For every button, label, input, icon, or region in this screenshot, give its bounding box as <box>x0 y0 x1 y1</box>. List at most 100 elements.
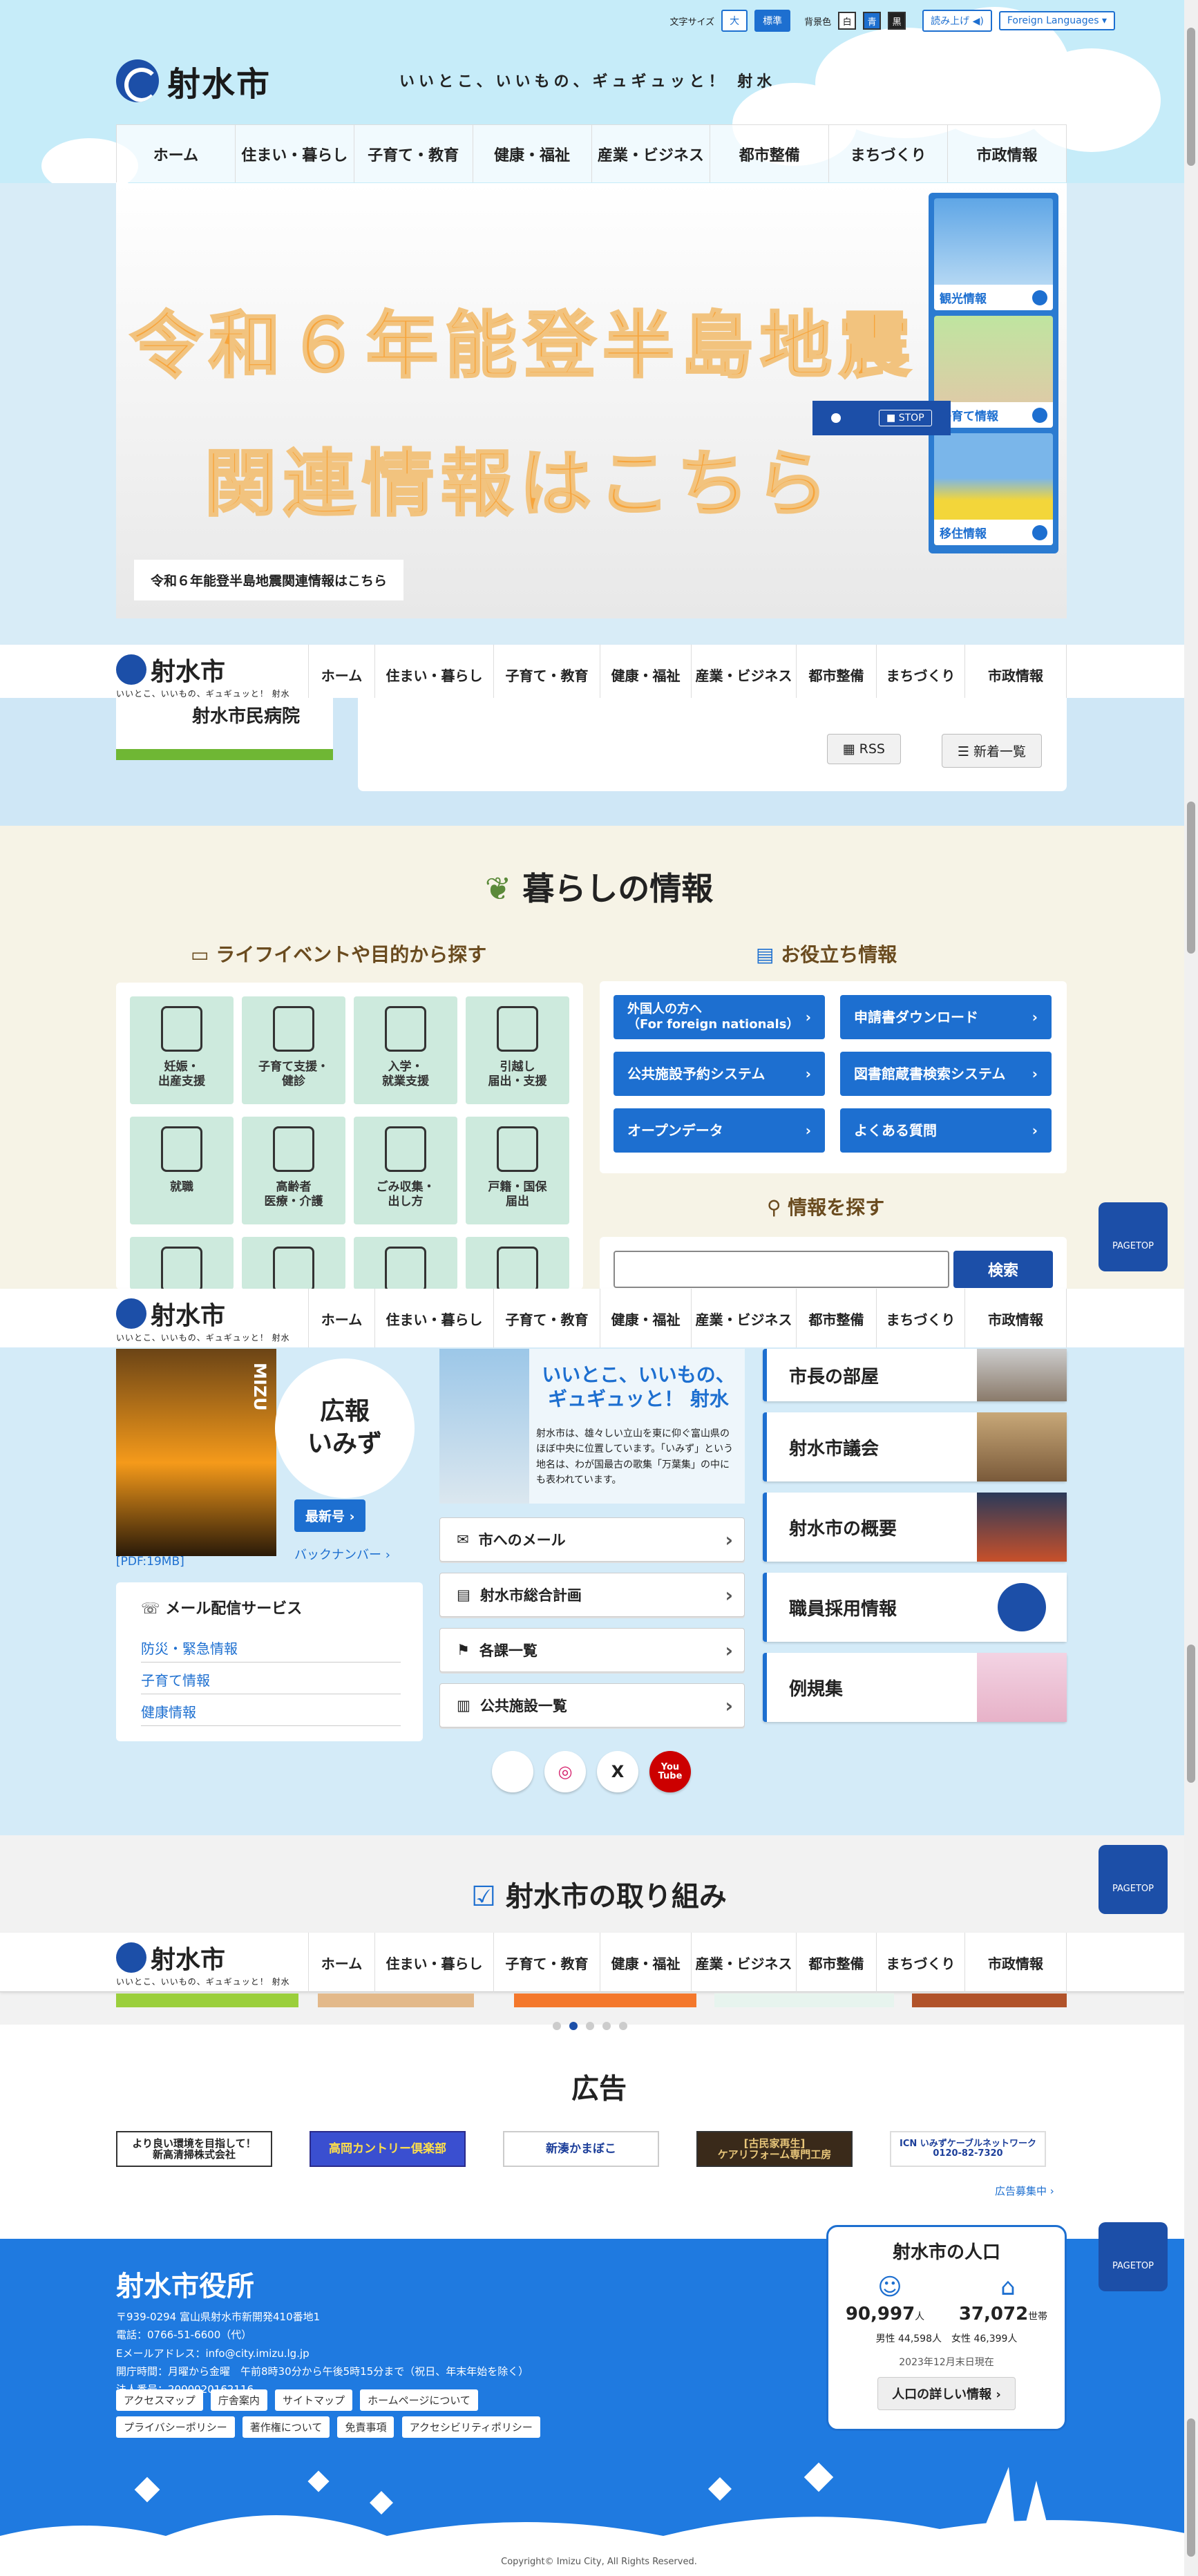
bg-black-button[interactable]: 黒 <box>888 12 906 30</box>
carousel-dot[interactable] <box>553 2022 561 2030</box>
nav-item-urban[interactable]: 都市整備 <box>796 1933 876 1992</box>
useful-faq-button[interactable]: よくある質問 › <box>840 1108 1052 1153</box>
useful-foreign-button[interactable]: 外国人の方へ （For foreign nationals） › <box>614 995 825 1039</box>
initiative-slide[interactable] <box>912 1993 1067 2007</box>
tile-hospital[interactable] <box>354 1237 457 1292</box>
tile-pregnancy[interactable]: 妊娠・ 出産支援 <box>130 996 234 1104</box>
ad-banner[interactable]: 高岡カントリー倶楽部 <box>310 2131 466 2167</box>
youtube-icon[interactable]: You Tube <box>649 1751 691 1792</box>
scrollbar[interactable] <box>1184 0 1198 2576</box>
hospital-banner[interactable]: 射水市民病院 <box>116 698 333 760</box>
pagetop-button[interactable]: PAGETOP <box>1099 2222 1168 2291</box>
initiative-slide[interactable] <box>714 1993 894 2007</box>
font-standard-button[interactable]: 標準 <box>754 10 791 32</box>
master-plan-link[interactable]: ▤ 射水市総合計画 <box>439 1573 745 1617</box>
nav-item-government[interactable]: 市政情報 <box>948 125 1067 182</box>
footer-link-office-guide[interactable]: 庁舎案内 <box>210 2389 267 2411</box>
nav-item-childcare[interactable]: 子育て・教育 <box>354 125 473 182</box>
regulations-card[interactable]: 例規集 <box>763 1653 1067 1722</box>
mascot-sns-icon[interactable] <box>492 1751 533 1792</box>
useful-facility-reservation-button[interactable]: 公共施設予約システム › <box>614 1052 825 1096</box>
mail-link-health[interactable]: 健康情報 <box>141 1701 401 1726</box>
tile-medical[interactable] <box>130 1237 234 1292</box>
council-card[interactable]: 射水市議会 <box>763 1412 1067 1481</box>
overview-card[interactable]: 射水市の概要 <box>763 1493 1067 1562</box>
scrollbar-thumb[interactable] <box>1187 1645 1195 1783</box>
pagetop-button[interactable]: PAGETOP <box>1099 1845 1168 1914</box>
useful-opendata-button[interactable]: オープンデータ › <box>614 1108 825 1153</box>
nav-item-living[interactable]: 住まい・暮らし <box>374 1933 493 1992</box>
footer-link-copyright[interactable]: 著作権について <box>242 2416 330 2438</box>
tile-childcare[interactable]: 子育て支援・ 健診 <box>242 996 345 1104</box>
sticky-logo[interactable]: 射水市 いいとこ、いいもの、ギュギュッと！ 射水 <box>116 1296 290 1343</box>
nav-item-community[interactable]: まちづくり <box>829 125 949 182</box>
ad-banner[interactable]: 新湊かまぼこ <box>503 2131 659 2167</box>
kouhou-cover-image[interactable]: MIZU <box>116 1349 276 1556</box>
tile-garbage[interactable]: ごみ収集・ 出し方 <box>354 1117 457 1224</box>
carousel-dot[interactable] <box>602 2022 611 2030</box>
tile-transport[interactable] <box>466 1237 569 1292</box>
bg-white-button[interactable]: 白 <box>838 12 857 30</box>
ad-banner[interactable]: [古民家再生] ケアリフォーム専門工房 <box>696 2131 853 2167</box>
rss-button[interactable]: ▦ RSS <box>826 734 901 764</box>
sticky-logo[interactable]: 射水市 いいとこ、いいもの、ギュギュッと！ 射水 <box>116 652 290 699</box>
facilities-link[interactable]: ▥ 公共施設一覧 <box>439 1683 745 1727</box>
bg-blue-button[interactable]: 青 <box>863 12 882 30</box>
site-logo[interactable]: 射水市 <box>116 57 271 105</box>
nav-item-government[interactable]: 市政情報 <box>964 1289 1067 1348</box>
instagram-icon[interactable]: ◎ <box>544 1751 586 1792</box>
footer-link-disclaimer[interactable]: 免責事項 <box>337 2416 394 2438</box>
tile-registry[interactable]: 戸籍・国保 届出 <box>466 1117 569 1224</box>
scrollbar-thumb[interactable] <box>1187 28 1195 166</box>
footer-link-about[interactable]: ホームページについて <box>360 2389 478 2411</box>
scrollbar-thumb[interactable] <box>1187 2418 1195 2557</box>
nav-item-government[interactable]: 市政情報 <box>964 645 1067 704</box>
nav-item-home[interactable]: ホーム <box>308 1289 374 1348</box>
footer-link-sitemap[interactable]: サイトマップ <box>275 2389 353 2411</box>
useful-library-button[interactable]: 図書館蔵書検索システム › <box>840 1052 1052 1096</box>
ad-recruit-link[interactable]: 広告募集中 › <box>995 2184 1054 2198</box>
scrollbar-thumb[interactable] <box>1187 802 1195 954</box>
nav-item-business[interactable]: 産業・ビジネス <box>592 125 711 182</box>
search-input[interactable] <box>614 1251 949 1288</box>
initiative-slide[interactable] <box>318 1993 474 2007</box>
tile-employment[interactable]: 就職 <box>130 1117 234 1224</box>
carousel-dot[interactable] <box>569 2022 578 2030</box>
useful-forms-button[interactable]: 申請書ダウンロード › <box>840 995 1052 1039</box>
backnumber-link[interactable]: バックナンバー › <box>294 1545 390 1563</box>
tile-school[interactable]: 入学・ 就業支援 <box>354 996 457 1104</box>
nav-item-home[interactable]: ホーム <box>308 1933 374 1992</box>
search-button[interactable]: 検索 <box>953 1251 1053 1288</box>
carousel-dot[interactable] <box>619 2022 627 2030</box>
mayor-room-card[interactable]: 市長の部屋 <box>763 1349 1067 1401</box>
language-select[interactable]: Foreign Languages ▾ <box>998 11 1115 30</box>
all-news-button[interactable]: ☰ 新着一覧 <box>941 734 1042 768</box>
nav-item-home[interactable]: ホーム <box>308 645 374 704</box>
nav-item-health[interactable]: 健康・福祉 <box>600 645 691 704</box>
x-twitter-icon[interactable]: X <box>597 1751 638 1792</box>
tile-finance[interactable] <box>242 1237 345 1292</box>
latest-issue-button[interactable]: 最新号 › <box>294 1499 366 1532</box>
nav-item-community[interactable]: まちづくり <box>876 645 964 704</box>
ad-banner[interactable]: ICN いみずケーブルネットワーク 0120-82-7320 <box>890 2131 1046 2167</box>
pagetop-button[interactable]: PAGETOP <box>1099 1202 1168 1271</box>
mail-link-childcare[interactable]: 子育て情報 <box>141 1669 401 1694</box>
nav-item-childcare[interactable]: 子育て・教育 <box>493 1289 600 1348</box>
nav-item-community[interactable]: まちづくり <box>876 1933 964 1992</box>
footer-link-accessibility[interactable]: アクセシビリティポリシー <box>401 2416 540 2438</box>
side-card-tourism[interactable]: 観光情報 <box>934 198 1053 310</box>
ad-banner[interactable]: より良い環境を目指して！ 新高清掃株式会社 <box>116 2131 272 2167</box>
recruitment-card[interactable]: 職員採用情報 <box>763 1573 1067 1642</box>
nav-item-living[interactable]: 住まい・暮らし <box>374 1289 493 1348</box>
nav-item-community[interactable]: まちづくり <box>876 1289 964 1348</box>
tile-moving[interactable]: 引越し 届出・支援 <box>466 996 569 1104</box>
nav-item-health[interactable]: 健康・福祉 <box>473 125 592 182</box>
footer-link-privacy[interactable]: プライバシーポリシー <box>116 2416 235 2438</box>
nav-item-urban[interactable]: 都市整備 <box>710 125 830 182</box>
slider-stop-button[interactable]: ■ STOP <box>879 410 932 426</box>
city-mail-link[interactable]: ✉ 市へのメール <box>439 1517 745 1562</box>
nav-item-home[interactable]: ホーム <box>116 125 236 182</box>
initiative-slide[interactable] <box>514 1993 696 2007</box>
font-large-button[interactable]: 大 <box>721 10 748 32</box>
nav-item-childcare[interactable]: 子育て・教育 <box>493 1933 600 1992</box>
